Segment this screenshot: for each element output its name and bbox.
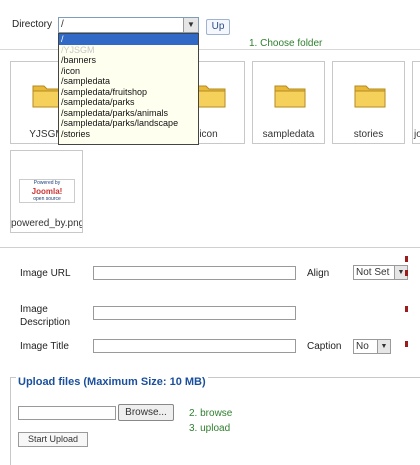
upload-fieldset xyxy=(10,377,420,465)
image-thumbnail-powered-by[interactable]: Powered by Joomla! open source powered_b… xyxy=(10,150,83,233)
start-upload-button[interactable]: Start Upload xyxy=(18,432,88,447)
folder-thumbnail-stories[interactable]: stories xyxy=(332,61,405,144)
image-description-label: Image Description xyxy=(20,304,71,328)
upload-legend: Upload files (Maximum Size: 10 MB) xyxy=(16,376,208,388)
logo-text-2: Joomla! xyxy=(31,187,63,196)
required-marker xyxy=(405,270,408,276)
directory-label: Directory xyxy=(12,19,53,30)
caption-select[interactable]: No ▼ xyxy=(353,339,391,354)
thumbnail-name: sampledata xyxy=(262,129,315,140)
align-select[interactable]: Not Set ▼ xyxy=(353,265,408,280)
dropdown-option[interactable]: /YJSGM xyxy=(59,45,198,56)
required-marker xyxy=(405,306,408,312)
caption-value: No xyxy=(356,341,369,352)
image-title-input[interactable] xyxy=(93,339,296,353)
file-path-input[interactable] xyxy=(18,406,116,420)
thumbnail-name: powered_by.png xyxy=(11,218,82,229)
thumbnail-name: stories xyxy=(353,129,384,140)
folder-thumbnail-sampledata[interactable]: sampledata xyxy=(252,61,325,144)
dropdown-option[interactable]: /sampledata/fruitshop xyxy=(59,87,198,98)
dropdown-option[interactable]: /stories xyxy=(59,129,198,140)
image-url-label: Image URL xyxy=(20,268,71,279)
choose-folder-hint: 1. Choose folder xyxy=(249,38,323,49)
directory-selected-value: / xyxy=(61,19,64,30)
dropdown-option[interactable]: /sampledata/parks/landscape xyxy=(59,118,198,129)
thumbnail-name: jo xyxy=(414,129,420,140)
folder-icon xyxy=(274,85,306,108)
dropdown-option[interactable]: / xyxy=(59,34,198,45)
logo-text-3: open source xyxy=(33,196,61,202)
required-marker xyxy=(405,256,408,262)
upload-hint: 3. upload xyxy=(189,423,231,434)
browse-hint: 2. browse xyxy=(189,408,233,419)
folder-icon xyxy=(354,85,386,108)
required-marker xyxy=(405,341,408,347)
image-url-input[interactable] xyxy=(93,266,296,280)
dropdown-option[interactable]: /banners xyxy=(59,55,198,66)
image-title-label: Image Title xyxy=(20,341,69,352)
logo-text-1: Powered by xyxy=(33,180,61,186)
dropdown-option[interactable]: /sampledata xyxy=(59,76,198,87)
directory-dropdown-list[interactable]: / /YJSGM /banners /icon /sampledata /sam… xyxy=(58,33,199,145)
dropdown-option[interactable]: /sampledata/parks/animals xyxy=(59,108,198,119)
align-value: Not Set xyxy=(356,267,390,278)
image-description-input[interactable] xyxy=(93,306,296,320)
up-button[interactable]: Up xyxy=(206,19,230,35)
dropdown-option[interactable]: /sampledata/parks xyxy=(59,97,198,108)
chevron-down-icon: ▼ xyxy=(377,340,390,353)
caption-label: Caption xyxy=(307,341,342,352)
browse-button[interactable]: Browse... xyxy=(118,404,174,421)
folder-thumbnail-jo[interactable]: jo xyxy=(412,61,420,144)
directory-select[interactable]: / ▼ xyxy=(58,17,199,33)
align-label: Align xyxy=(307,268,330,279)
chevron-down-icon[interactable]: ▼ xyxy=(183,18,198,32)
dropdown-option[interactable]: /icon xyxy=(59,66,198,77)
joomla-logo: Powered by Joomla! open source xyxy=(19,179,75,203)
